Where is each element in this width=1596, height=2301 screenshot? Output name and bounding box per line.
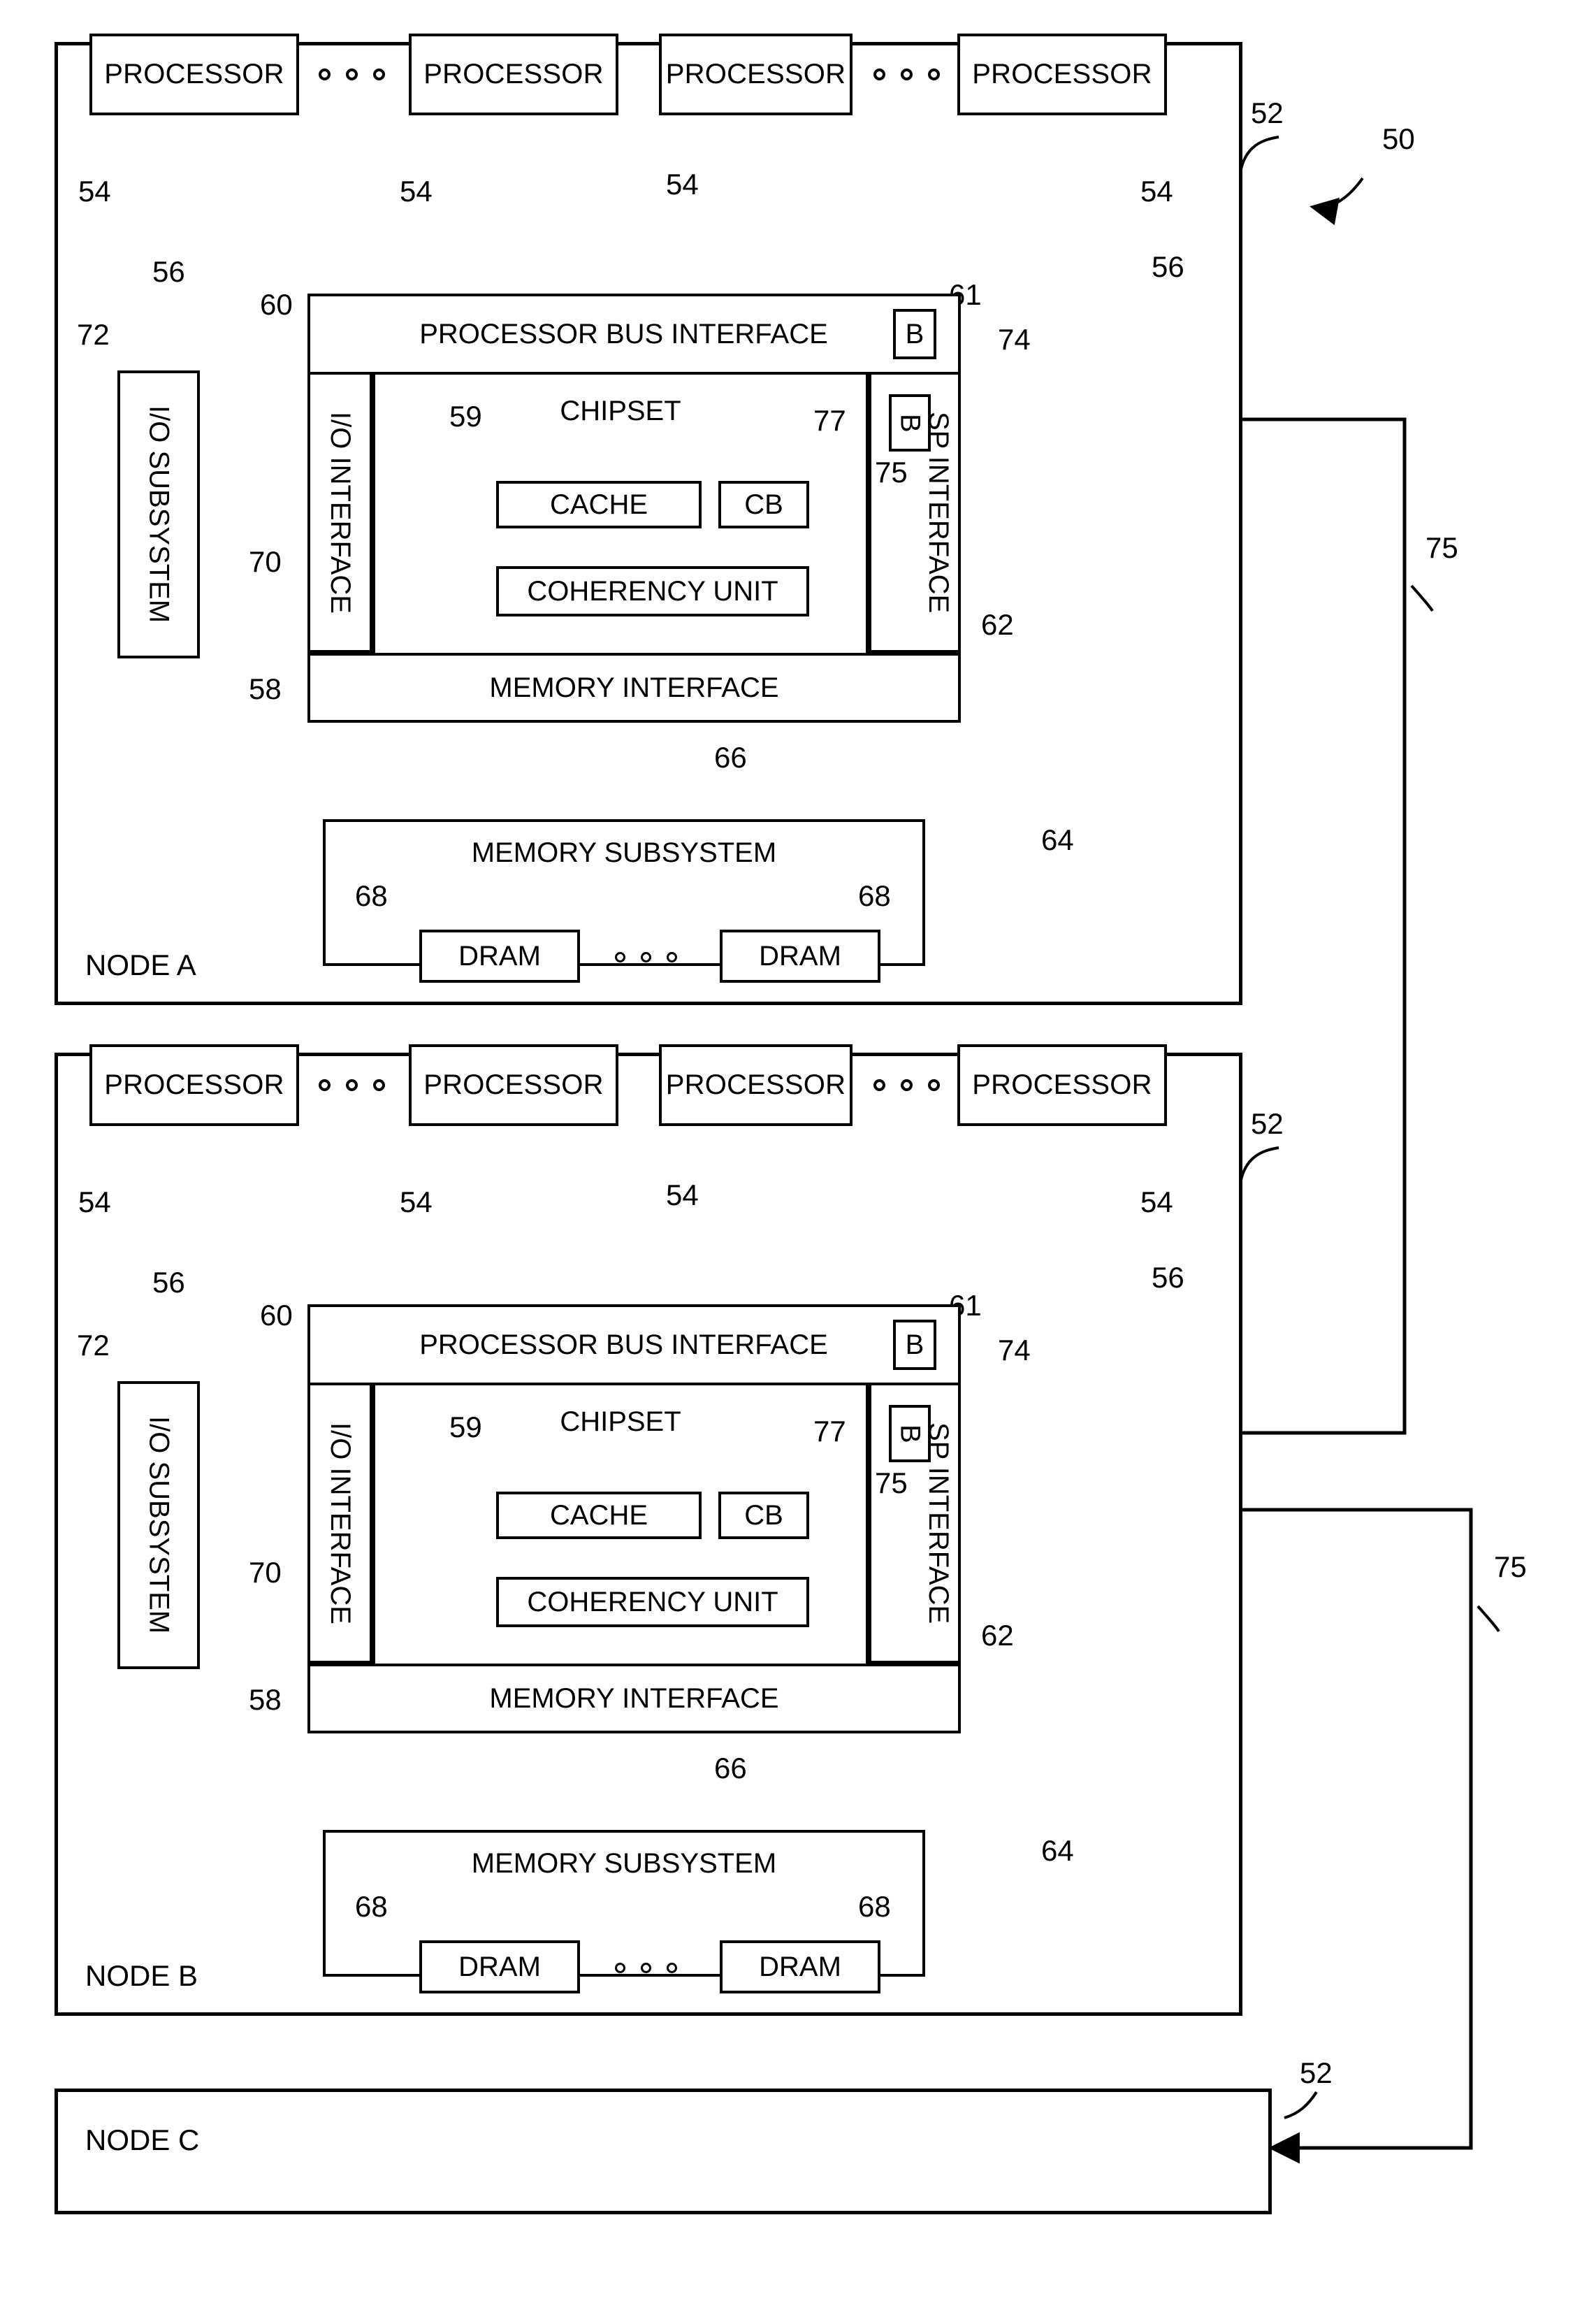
bus-ref-left: 56 xyxy=(152,1266,185,1299)
processor-bus-interface: PROCESSOR BUS INTERFACE xyxy=(307,294,961,375)
chipset-ref-58: 58 xyxy=(249,1683,282,1716)
cb-box: CB xyxy=(718,1492,809,1539)
bus-ref-right: 56 xyxy=(1152,1261,1184,1294)
processor-box: PROCESSOR xyxy=(659,34,853,115)
bus-interface-ref: 60 xyxy=(260,1299,293,1332)
io-subsystem-ref: 72 xyxy=(77,1329,110,1362)
processor-ref: 54 xyxy=(400,175,433,208)
io-interface-label: I/O INTERFACE xyxy=(325,411,356,614)
node-b-ref: 52 xyxy=(1251,1107,1284,1140)
cache-box: CACHE xyxy=(496,481,702,528)
io-interface-box: I/O INTERFACE xyxy=(307,375,372,653)
bus-interface-ref: 60 xyxy=(260,288,293,321)
processor-ellipsis xyxy=(873,1079,940,1091)
buffer-box-b: B xyxy=(893,309,936,359)
dram-box: DRAM xyxy=(419,930,580,983)
memory-subsystem-label: MEMORY SUBSYSTEM xyxy=(471,837,777,868)
processor-box: PROCESSOR xyxy=(89,34,299,115)
processor-ref: 54 xyxy=(1140,1185,1173,1218)
cache-box: CACHE xyxy=(496,1492,702,1539)
patent-figure: NODE A 52 50 PROCESSOR PROCESSOR PROCESS… xyxy=(0,0,1596,2301)
memory-interface-box: MEMORY INTERFACE xyxy=(307,1664,961,1733)
processor-box: PROCESSOR xyxy=(409,1044,618,1126)
cb-ref: 77 xyxy=(813,404,846,437)
processor-ref: 54 xyxy=(400,1185,433,1218)
node-b-name: NODE B xyxy=(85,1959,198,1992)
memory-interface-ref: 62 xyxy=(981,608,1014,641)
io-subsystem-box: I/O SUBSYSTEM xyxy=(117,1381,200,1669)
cb-ref: 77 xyxy=(813,1415,846,1448)
dram-box: DRAM xyxy=(720,1940,880,1993)
processor-ref: 54 xyxy=(78,175,111,208)
chipset-label: CHIPSET xyxy=(560,396,681,426)
dram-ref: 68 xyxy=(355,879,388,912)
processor-box: PROCESSOR xyxy=(957,1044,1167,1126)
processor-ref: 54 xyxy=(78,1185,111,1218)
io-subsystem-box: I/O SUBSYSTEM xyxy=(117,370,200,658)
node-c-name: NODE C xyxy=(85,2123,200,2156)
io-interface-label: I/O INTERFACE xyxy=(325,1422,356,1624)
memory-interface-label: MEMORY INTERFACE xyxy=(489,672,779,703)
node-c-frame xyxy=(55,2089,1272,2214)
processor-bus-interface: PROCESSOR BUS INTERFACE xyxy=(307,1304,961,1385)
io-interface-ref: 70 xyxy=(249,545,282,578)
processor-ref: 54 xyxy=(1140,175,1173,208)
memory-interface-ref: 62 xyxy=(981,1619,1014,1652)
processor-ellipsis xyxy=(319,68,385,80)
coherency-unit-box: COHERENCY UNIT xyxy=(496,1577,809,1627)
processor-ref: 54 xyxy=(666,1178,699,1211)
io-interface-box: I/O INTERFACE xyxy=(307,1385,372,1664)
io-subsystem-label: I/O SUBSYSTEM xyxy=(143,1416,175,1634)
processor-ellipsis xyxy=(873,68,940,80)
node-a-ref: 52 xyxy=(1251,96,1284,129)
node-a-name: NODE A xyxy=(85,948,196,981)
memory-link-ref: 66 xyxy=(714,741,747,774)
buffer-box-b: B xyxy=(893,1320,936,1370)
sp-interface-ref: 74 xyxy=(998,323,1031,356)
coherency-unit-box: COHERENCY UNIT xyxy=(496,566,809,616)
processor-box: PROCESSOR xyxy=(89,1044,299,1126)
processor-ref: 54 xyxy=(666,168,699,201)
buffer-75-ref: 75 xyxy=(875,1466,908,1499)
figure-ref-50: 50 xyxy=(1382,122,1415,155)
io-interface-ref: 70 xyxy=(249,1556,282,1589)
node-c-ref: 52 xyxy=(1300,2056,1333,2089)
chipset-cache-ref: 59 xyxy=(449,1411,482,1443)
io-subsystem-label: I/O SUBSYSTEM xyxy=(143,405,175,623)
dram-ellipsis xyxy=(615,952,677,962)
processor-box: PROCESSOR xyxy=(409,34,618,115)
memory-interface-box: MEMORY INTERFACE xyxy=(307,653,961,723)
bus-ref-right: 56 xyxy=(1152,250,1184,283)
chipset-cache-ref: 59 xyxy=(449,400,482,433)
buffer-75-ref: 75 xyxy=(875,456,908,489)
io-subsystem-ref: 72 xyxy=(77,318,110,351)
processor-bus-interface-label: PROCESSOR BUS INTERFACE xyxy=(419,318,828,349)
processor-box: PROCESSOR xyxy=(659,1044,853,1126)
bus-ref-left: 56 xyxy=(152,255,185,288)
memory-subsystem-label: MEMORY SUBSYSTEM xyxy=(471,1848,777,1879)
dram-ref: 68 xyxy=(858,1890,891,1923)
dram-ref: 68 xyxy=(355,1890,388,1923)
link-ref-75: 75 xyxy=(1494,1550,1527,1583)
link-ref-75: 75 xyxy=(1425,531,1458,564)
chipset-ref-58: 58 xyxy=(249,672,282,705)
cb-box: CB xyxy=(718,481,809,528)
processor-ellipsis xyxy=(319,1079,385,1091)
buffer-box-b: B xyxy=(889,394,931,452)
memory-subsystem-ref: 64 xyxy=(1041,1834,1074,1867)
dram-ellipsis xyxy=(615,1963,677,1973)
processor-bus-interface-label: PROCESSOR BUS INTERFACE xyxy=(419,1329,828,1360)
processor-box: PROCESSOR xyxy=(957,34,1167,115)
dram-box: DRAM xyxy=(720,930,880,983)
dram-box: DRAM xyxy=(419,1940,580,1993)
sp-interface-ref: 74 xyxy=(998,1334,1031,1366)
memory-link-ref: 66 xyxy=(714,1752,747,1784)
chipset-label: CHIPSET xyxy=(560,1406,681,1437)
memory-interface-label: MEMORY INTERFACE xyxy=(489,1682,779,1714)
memory-subsystem-ref: 64 xyxy=(1041,823,1074,856)
buffer-box-b: B xyxy=(889,1405,931,1462)
dram-ref: 68 xyxy=(858,879,891,912)
